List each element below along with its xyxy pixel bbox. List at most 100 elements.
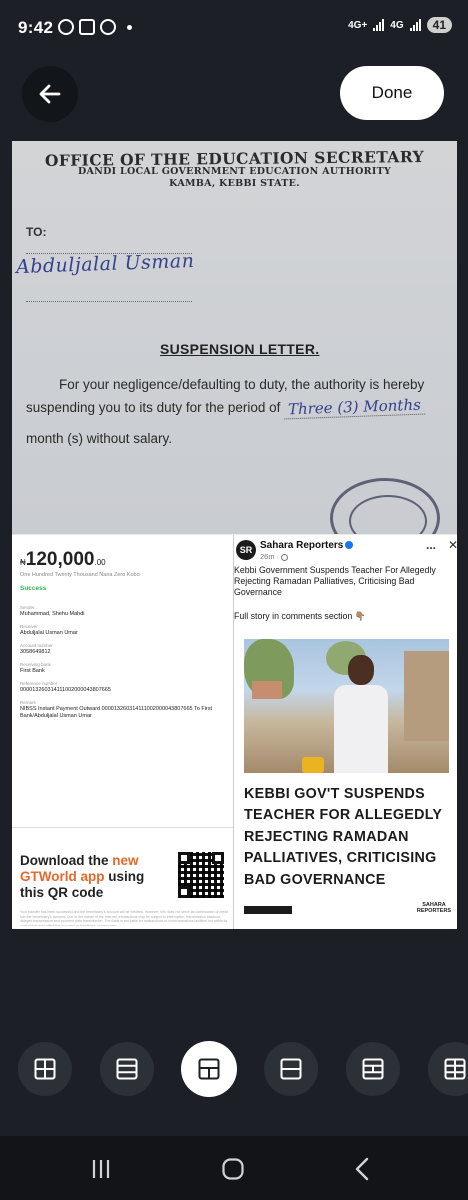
field-value: 3058649812 bbox=[20, 649, 51, 655]
sahara-reporters-logo: SR bbox=[236, 540, 256, 560]
field-label: Receiving bank bbox=[20, 662, 51, 667]
amount-value: 120,000 bbox=[25, 549, 95, 570]
field-label: Receiver bbox=[20, 624, 38, 629]
whatsapp-icon bbox=[58, 19, 74, 35]
layout-options bbox=[0, 1040, 468, 1100]
news-post-cta: Full story in comments section 👇🏽 bbox=[234, 611, 366, 621]
battery-indicator: 41 bbox=[426, 17, 452, 33]
letter-authority: DANDI LOCAL GOVERNMENT EDUCATION AUTHORI… bbox=[77, 166, 392, 177]
network-label-1: 4G+ bbox=[348, 19, 368, 31]
layout-top-split-bottom-icon bbox=[198, 1058, 220, 1080]
amount-decimal: .00 bbox=[94, 558, 106, 567]
receipt-field: Receiving bank First Bank bbox=[20, 662, 230, 675]
back-button[interactable] bbox=[22, 66, 78, 122]
qr-code bbox=[178, 852, 224, 898]
receipt-status: Success bbox=[20, 585, 47, 592]
receipt-divider bbox=[12, 827, 233, 828]
post-time-text: 26m · bbox=[260, 552, 282, 561]
collage-editor-screen: 9:42 4G+ 4G 41 Done OFFICE OF THE EDUCAT… bbox=[0, 0, 468, 1200]
arrow-left-icon bbox=[39, 84, 61, 104]
status-time: 9:42 bbox=[18, 18, 54, 37]
news-post-time: 26m · bbox=[260, 552, 289, 561]
chevron-left-icon bbox=[355, 1157, 369, 1181]
layout-rows-3-button[interactable] bbox=[100, 1042, 154, 1096]
receipt-field: Sender Muhammad, Shehu Mahdi bbox=[20, 605, 230, 618]
layout-grid-4-icon bbox=[34, 1058, 56, 1080]
letter-body-line-2-prefix: suspending you to its duty for the perio… bbox=[26, 400, 281, 415]
letter-body-line-1: For your negligence/defaulting to duty, … bbox=[59, 377, 425, 392]
collage-cell-news[interactable]: SR Sahara Reporters 26m · ... ✕ Kebbi Go… bbox=[233, 535, 457, 929]
field-value: 000013260314111002000043807665 bbox=[20, 687, 111, 693]
signal-icon-1 bbox=[373, 19, 385, 31]
news-photo bbox=[244, 639, 449, 773]
collage-cell-letter[interactable]: OFFICE OF THE EDUCATION SECRETARY DANDI … bbox=[12, 141, 457, 534]
letter-body-line-3: month (s) without salary. bbox=[26, 431, 173, 446]
close-icon: ✕ bbox=[448, 538, 457, 552]
receipt-amount: ₦120,000.00 bbox=[20, 549, 106, 571]
layout-mixed-icon bbox=[362, 1058, 384, 1080]
receipt-download-promo: Download the new GTWorld app using this … bbox=[20, 853, 170, 900]
promo-suffix-1: using bbox=[108, 868, 145, 884]
promo-new: new bbox=[112, 853, 139, 868]
layout-rows-2-icon bbox=[280, 1058, 302, 1080]
layout-grid-6-button[interactable] bbox=[428, 1042, 468, 1096]
receipt-field: Account number 3058649812 bbox=[20, 643, 230, 656]
tiktok-icon bbox=[79, 19, 95, 35]
news-headline: KEBBI GOV'T SUSPENDS TEACHER FOR ALLEGED… bbox=[244, 786, 443, 888]
back-nav-button[interactable] bbox=[348, 1156, 378, 1182]
layout-rows-3-icon bbox=[116, 1058, 138, 1080]
status-bar: 9:42 4G+ 4G 41 bbox=[0, 0, 468, 56]
news-post-text: Kebbi Government Suspends Teacher For Al… bbox=[234, 565, 436, 597]
letter-to-label: TO: bbox=[26, 225, 47, 239]
layout-mixed-button[interactable] bbox=[346, 1042, 400, 1096]
receipt-field: Remark NIBSS Instant Payment Outward 000… bbox=[20, 700, 230, 720]
promo-prefix: Download the bbox=[20, 853, 109, 868]
layout-grid-4-button[interactable] bbox=[18, 1042, 72, 1096]
signal-icon-2 bbox=[409, 19, 421, 31]
receipt-field: Reference number 00001326031411100200004… bbox=[20, 681, 230, 694]
home-icon bbox=[222, 1158, 244, 1180]
letter-period-handwritten: Three (3) Months bbox=[283, 395, 426, 420]
field-label: Reference number bbox=[20, 681, 58, 686]
promo-app-name: GTWorld app bbox=[20, 868, 105, 884]
page-name-text: Sahara Reporters bbox=[260, 540, 344, 551]
field-value: Abduljalal Usman Umar bbox=[20, 630, 78, 636]
letter-dotted-line bbox=[26, 301, 192, 302]
news-page-name: Sahara Reporters bbox=[260, 540, 354, 551]
news-brand: SAHARA REPORTERS bbox=[416, 902, 452, 915]
letter-body-line-2: suspending you to its duty for the perio… bbox=[26, 395, 446, 420]
field-value: NIBSS Instant Payment Outward 0000132603… bbox=[20, 706, 213, 719]
more-options-icon: ... bbox=[426, 538, 437, 552]
layout-grid-6-icon bbox=[444, 1058, 466, 1080]
field-label: Remark bbox=[20, 700, 36, 705]
official-stamp bbox=[330, 478, 440, 534]
home-button[interactable] bbox=[218, 1156, 248, 1182]
recent-apps-icon bbox=[92, 1160, 110, 1178]
letter-location: KAMBA, KEBBI STATE. bbox=[169, 178, 300, 189]
layout-rows-2-button[interactable] bbox=[264, 1042, 318, 1096]
letter-recipient: Abduljalal Usman bbox=[15, 249, 195, 279]
collage-cell-receipt[interactable]: ₦120,000.00 One Hundred Twenty Thousand … bbox=[12, 535, 233, 929]
letter-title: SUSPENSION LETTER. bbox=[160, 341, 320, 357]
globe-icon bbox=[281, 553, 289, 561]
field-label: Account number bbox=[20, 643, 53, 648]
receipt-fine-print: Your transfer has been successful and th… bbox=[20, 910, 228, 926]
network-label-2: 4G bbox=[390, 19, 404, 31]
done-button[interactable]: Done bbox=[340, 66, 444, 120]
receipt-field: Receiver Abduljalal Usman Umar bbox=[20, 624, 230, 637]
promo-suffix-2: this QR code bbox=[20, 884, 104, 900]
notification-icons bbox=[58, 19, 132, 35]
recent-apps-button[interactable] bbox=[86, 1156, 116, 1182]
receipt-amount-words: One Hundred Twenty Thousand Naira Zero K… bbox=[20, 572, 140, 578]
field-value: Muhammad, Shehu Mahdi bbox=[20, 611, 85, 617]
field-value: First Bank bbox=[20, 668, 45, 674]
more-notifications-dot bbox=[127, 24, 132, 30]
verified-badge-icon bbox=[345, 541, 354, 550]
field-label: Sender bbox=[20, 605, 35, 610]
system-navigation-bar bbox=[0, 1136, 468, 1200]
status-indicators: 4G+ 4G 41 bbox=[348, 17, 452, 33]
layout-top-split-bottom-button[interactable] bbox=[181, 1041, 237, 1097]
messenger-icon bbox=[100, 19, 116, 35]
headline-bar bbox=[244, 906, 292, 914]
collage-preview[interactable]: OFFICE OF THE EDUCATION SECRETARY DANDI … bbox=[12, 141, 457, 929]
